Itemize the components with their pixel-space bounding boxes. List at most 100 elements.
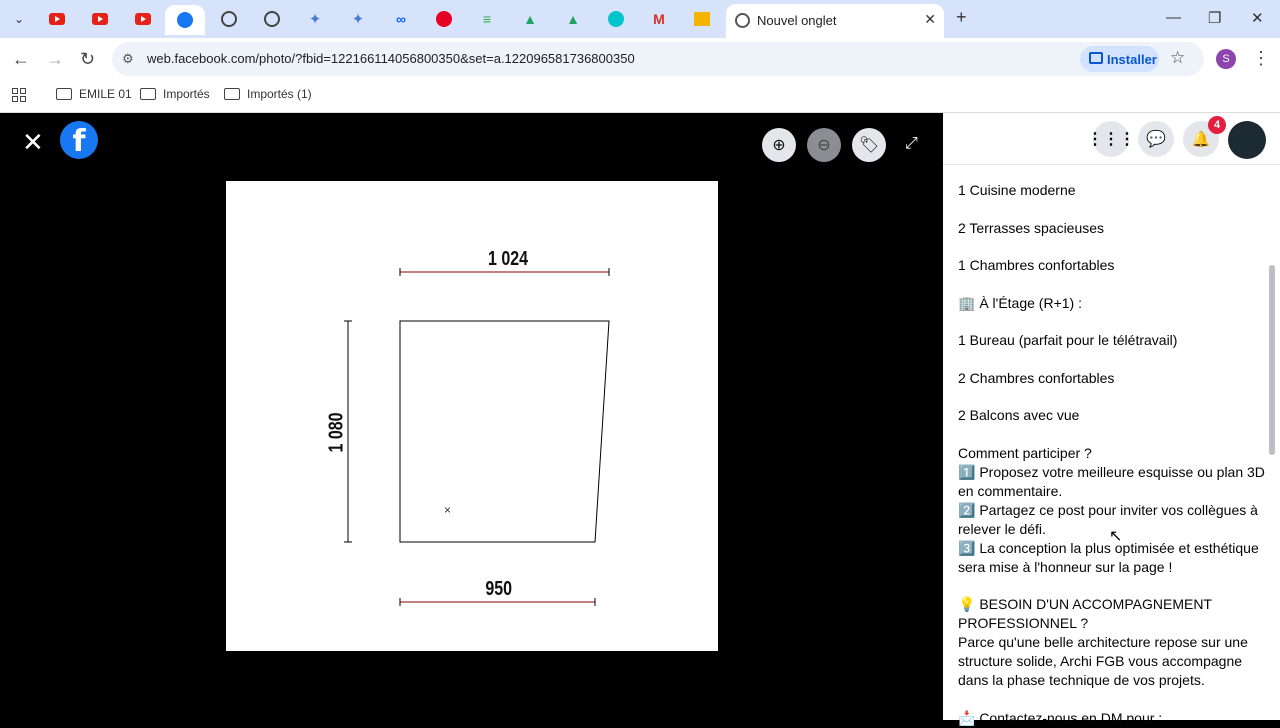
tab-canva[interactable] [605, 8, 627, 30]
site-info-icon[interactable]: ⚙ [122, 51, 134, 67]
youtube-icon [49, 13, 65, 25]
tab-title: Nouvel onglet [757, 13, 837, 28]
dimension-bottom: 950 [485, 578, 513, 600]
tab-gemini-2[interactable]: ✦ [347, 8, 369, 30]
tab-docs[interactable]: ≡ [476, 8, 498, 30]
app-icon [694, 12, 710, 26]
back-icon[interactable]: ← [12, 49, 30, 70]
gemini-icon: ✦ [351, 11, 365, 28]
svg-text:×: × [444, 503, 451, 517]
youtube-icon [92, 13, 108, 25]
tab-meta[interactable]: ∞ [390, 8, 412, 30]
post-line: 2 Balcons avec vue [958, 407, 1080, 423]
notification-badge: 4 [1208, 116, 1226, 134]
install-label: Installer [1107, 52, 1157, 67]
grid-menu-icon: ⋮⋮⋮ [1087, 131, 1135, 148]
zoom-in-button[interactable]: ⊕ [762, 128, 796, 162]
reload-icon[interactable]: ↻ [80, 49, 95, 70]
close-viewer-icon[interactable]: ✕ [22, 127, 44, 158]
bookmark-importes[interactable]: Importés [140, 87, 210, 101]
restore-icon[interactable]: ❐ [1208, 9, 1221, 27]
scrollbar[interactable] [1269, 265, 1275, 455]
tab-other[interactable] [691, 8, 713, 30]
tab-new-tab[interactable]: Nouvel onglet ✕ [726, 4, 944, 38]
bookmark-label: Importés [163, 87, 210, 101]
bars-icon: ≡ [482, 11, 492, 27]
post-line: Parce qu'une belle architecture repose s… [958, 634, 1248, 688]
post-spacer [958, 275, 1268, 294]
account-avatar[interactable] [1228, 121, 1266, 159]
chatgpt-icon [221, 11, 237, 27]
floor-plan-image: × 1 024 1 080 950 [226, 181, 718, 651]
install-icon [1089, 52, 1103, 64]
meta-icon: ∞ [396, 11, 406, 27]
new-tab-icon[interactable]: + [956, 7, 967, 28]
messenger-icon: 💬 [1146, 131, 1166, 148]
bell-icon: 🔔 [1191, 131, 1211, 148]
folder-icon [56, 88, 72, 100]
gmail-icon: M [653, 11, 665, 27]
profile-avatar[interactable]: S [1216, 49, 1236, 69]
dimension-top: 1 024 [488, 248, 529, 270]
tab-youtube-3[interactable] [132, 8, 154, 30]
post-spacer [958, 425, 1268, 444]
url-text[interactable]: web.facebook.com/photo/?fbid=12216611405… [147, 51, 635, 66]
tab-gemini-1[interactable]: ✦ [304, 8, 326, 30]
apps-grid-icon[interactable] [12, 88, 26, 102]
bookmark-label: EMILE 01 [79, 87, 132, 101]
tab-close-icon[interactable]: ✕ [924, 11, 936, 28]
browser-menu-icon[interactable]: ⋮ [1252, 48, 1270, 69]
post-spacer [958, 350, 1268, 369]
tag-icon: 🏷 [858, 137, 880, 154]
drive-icon: ▲ [566, 11, 580, 27]
tab-pinterest[interactable] [433, 8, 455, 30]
tab-facebook[interactable] [165, 5, 205, 35]
tab-chatgpt-2[interactable] [261, 8, 283, 30]
drive-icon: ▲ [523, 11, 537, 27]
facebook-logo[interactable]: f [60, 121, 98, 159]
photo-viewer: ✕ f ⊕ ⊖ 🏷 ⤢ × 1 024 1 080 950 [0, 113, 943, 720]
messenger-button[interactable]: 💬 [1138, 121, 1174, 157]
post-spacer [958, 313, 1268, 332]
omnibox[interactable]: ⚙ web.facebook.com/photo/?fbid=122166114… [112, 42, 1204, 76]
tab-drive-1[interactable]: ▲ [519, 8, 541, 30]
bookmarks-bar: EMILE 01 Importés Importés (1) [0, 80, 1280, 113]
post-line: 1 Cuisine moderne [958, 182, 1076, 198]
bookmark-label: Importés (1) [247, 87, 312, 101]
tab-search-icon[interactable]: ⌄ [8, 8, 30, 30]
minimize-icon[interactable]: — [1166, 9, 1181, 26]
post-line: 🏢 À l'Étage (R+1) : [958, 294, 1082, 311]
tab-drive-2[interactable]: ▲ [562, 8, 584, 30]
tab-gmail[interactable]: M [648, 8, 670, 30]
bookmark-importes-1[interactable]: Importés (1) [224, 87, 312, 101]
chatgpt-icon [264, 11, 280, 27]
menu-button[interactable]: ⋮⋮⋮ [1087, 121, 1135, 157]
dimension-left: 1 080 [325, 412, 348, 453]
zoom-out-button[interactable]: ⊖ [807, 128, 841, 162]
tab-youtube-2[interactable] [89, 8, 111, 30]
floor-plan-drawing: × [344, 268, 610, 606]
facebook-icon [177, 12, 193, 28]
tab-strip: ⌄ ✦ ✦ ∞ ≡ ▲ ▲ M Nouvel onglet ✕ + — ❐ ✕ [0, 0, 1280, 38]
tag-button[interactable]: 🏷 [852, 128, 886, 162]
folder-icon [224, 88, 240, 100]
forward-icon[interactable]: → [46, 49, 64, 70]
post-spacer [958, 388, 1268, 407]
pinterest-icon [436, 11, 452, 27]
bookmark-star-icon[interactable]: ☆ [1170, 48, 1185, 68]
post-line: 📩 Contactez-nous en DM pour : [958, 709, 1163, 726]
post-text: 1 Cuisine moderne 2 Terrasses spacieuses 1… [958, 181, 1268, 728]
window-close-icon[interactable]: ✕ [1251, 9, 1264, 27]
facebook-header: ⋮⋮⋮ 💬 🔔 4 [943, 113, 1280, 165]
tab-chatgpt-1[interactable] [218, 8, 240, 30]
post-line: 1️⃣ Proposez votre meilleure esquisse ou… [958, 463, 1265, 499]
post-line: 1 Bureau (parfait pour le télétravail) [958, 332, 1178, 348]
zoom-out-icon: ⊖ [817, 137, 831, 154]
install-button[interactable]: Installer [1080, 46, 1159, 72]
tab-youtube-1[interactable] [46, 8, 68, 30]
folder-icon [140, 88, 156, 100]
mouse-cursor-icon: ↖ [1109, 528, 1123, 545]
fullscreen-icon[interactable]: ⤢ [905, 135, 918, 153]
bookmark-emile[interactable]: EMILE 01 [56, 87, 132, 101]
post-line: 2 Terrasses spacieuses [958, 219, 1105, 236]
